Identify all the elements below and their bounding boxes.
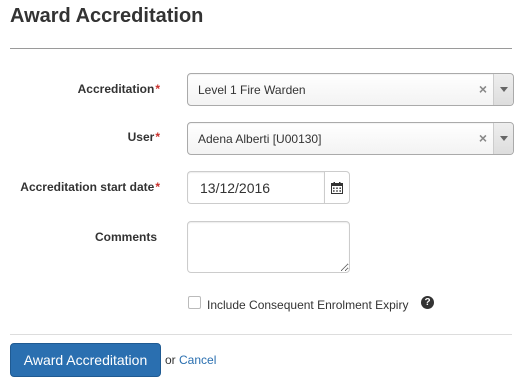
award-accreditation-button[interactable]: Award Accreditation: [10, 343, 161, 377]
required-marker: *: [155, 130, 160, 144]
user-dropdown-toggle[interactable]: [493, 123, 513, 154]
accreditation-selected-value: Level 1 Fire Warden: [198, 83, 306, 97]
chevron-down-icon: [500, 136, 508, 141]
user-select[interactable]: Adena Alberti [U00130] ×: [187, 122, 514, 155]
user-selected-value: Adena Alberti [U00130]: [198, 132, 322, 146]
accreditation-select[interactable]: Level 1 Fire Warden ×: [187, 73, 514, 106]
accreditation-clear-icon[interactable]: ×: [479, 81, 487, 97]
user-label: User*: [127, 130, 160, 144]
start-date-label: Accreditation start date*: [20, 180, 160, 194]
help-icon[interactable]: ?: [421, 296, 434, 309]
required-marker: *: [155, 82, 160, 96]
chevron-down-icon: [500, 87, 508, 92]
comments-label: Comments: [94, 230, 157, 244]
award-accreditation-page: Award Accreditation Accreditation* Level…: [0, 0, 523, 389]
cancel-link[interactable]: Cancel: [179, 353, 216, 367]
accreditation-dropdown-toggle[interactable]: [493, 74, 513, 105]
required-marker: *: [155, 180, 160, 194]
or-text: or: [165, 353, 176, 367]
comments-textarea[interactable]: [187, 221, 350, 273]
user-clear-icon[interactable]: ×: [479, 130, 487, 146]
include-expiry-checkbox[interactable]: [188, 296, 201, 309]
title-divider: [10, 48, 512, 49]
include-expiry-label[interactable]: Include Consequent Enrolment Expiry: [207, 298, 408, 312]
calendar-button[interactable]: [324, 171, 350, 204]
start-date-input[interactable]: [187, 171, 324, 204]
actions-divider: [10, 334, 512, 335]
calendar-icon: [331, 182, 343, 194]
page-title: Award Accreditation: [10, 5, 204, 27]
accreditation-label: Accreditation*: [77, 82, 160, 96]
